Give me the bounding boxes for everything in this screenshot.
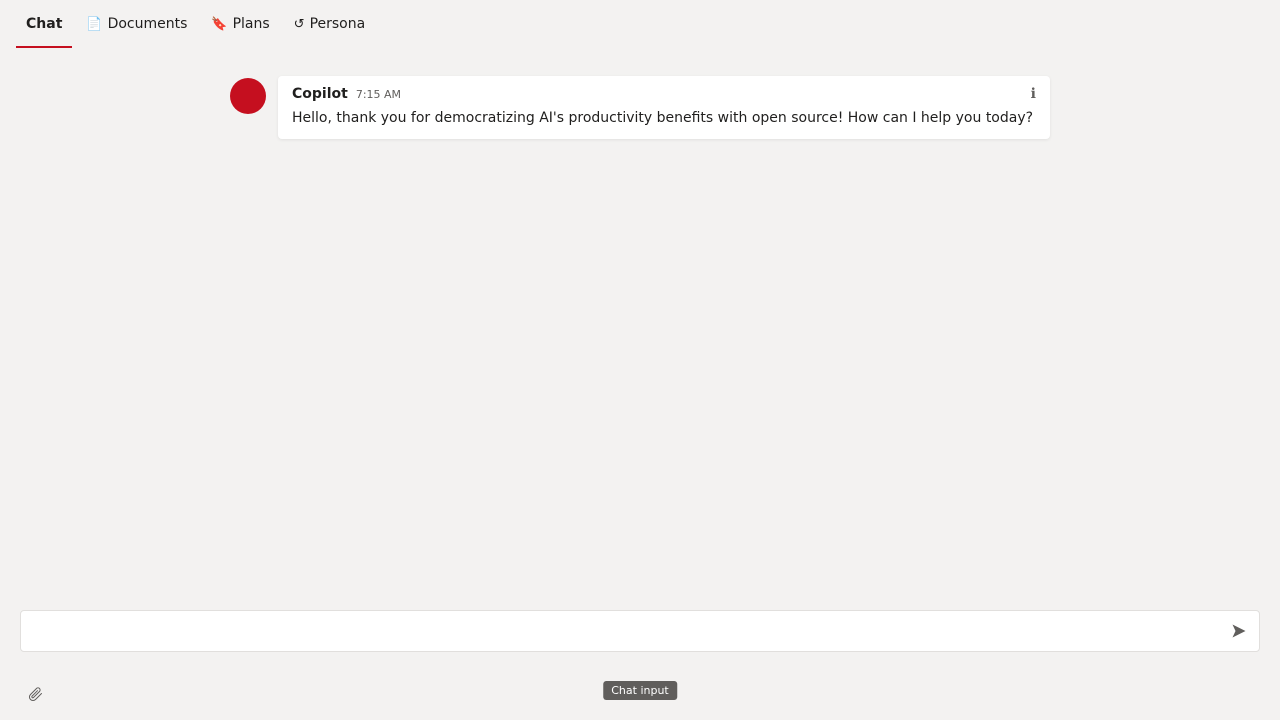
message-header: Copilot 7:15 AM ℹ <box>292 86 1036 102</box>
info-icon[interactable]: ℹ <box>1031 86 1036 102</box>
message-container: Copilot 7:15 AM ℹ Hello, thank you for d… <box>210 68 1070 147</box>
tab-persona-label: Persona <box>310 16 366 32</box>
tab-chat[interactable]: Chat <box>16 0 72 48</box>
message-time: 7:15 AM <box>356 88 401 101</box>
tab-persona[interactable]: ↺ Persona <box>284 0 376 48</box>
attachment-button[interactable] <box>24 682 48 706</box>
chat-input[interactable] <box>21 611 1259 651</box>
input-area: Chat input <box>0 600 1280 720</box>
message-sender: Copilot <box>292 86 348 102</box>
persona-icon: ↺ <box>294 17 305 32</box>
documents-icon: 📄 <box>86 17 102 32</box>
chat-area: Copilot 7:15 AM ℹ Hello, thank you for d… <box>0 48 1280 640</box>
send-button[interactable] <box>1227 619 1251 643</box>
tab-plans[interactable]: 🔖 Plans <box>201 0 279 48</box>
nav-bar: Chat 📄 Documents 🔖 Plans ↺ Persona <box>0 0 1280 48</box>
tab-documents-label: Documents <box>108 16 188 32</box>
input-wrapper <box>20 610 1260 652</box>
tab-chat-label: Chat <box>26 16 62 32</box>
tab-documents[interactable]: 📄 Documents <box>76 0 197 48</box>
message-bubble: Copilot 7:15 AM ℹ Hello, thank you for d… <box>278 76 1050 139</box>
plans-icon: 🔖 <box>211 17 227 32</box>
tab-plans-label: Plans <box>233 16 270 32</box>
bottom-bar <box>20 678 1260 706</box>
message-text: Hello, thank you for democratizing AI's … <box>292 108 1036 129</box>
avatar <box>230 78 266 114</box>
